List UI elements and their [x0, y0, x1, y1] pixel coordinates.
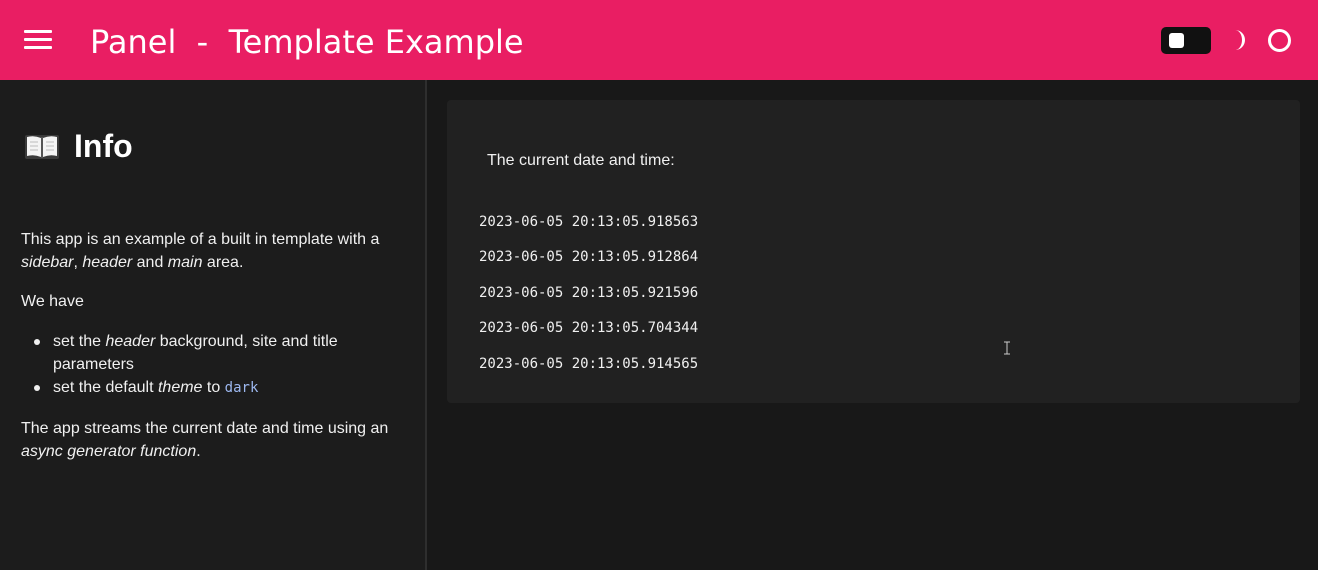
list-text: set the default	[53, 379, 158, 396]
site-title: Panel - Template Example	[90, 23, 524, 61]
intro-and: and	[132, 254, 168, 271]
sidebar-heading: Info	[24, 128, 133, 165]
list-em: header	[105, 333, 156, 350]
header-bar: Panel - Template Example	[0, 0, 1318, 80]
em-main: main	[167, 254, 203, 271]
sidebar-we-have: We have	[21, 293, 84, 310]
list-em: theme	[157, 379, 203, 396]
sidebar-intro: This app is an example of a built in tem…	[21, 228, 411, 274]
moon-icon[interactable]	[1226, 28, 1250, 52]
timestamp-row: 2023-06-05 20:13:05.918563	[479, 214, 699, 230]
list-text: to	[202, 379, 225, 396]
list-item: set the header background, site and titl…	[21, 330, 411, 376]
main-area: The current date and time: 2023-06-05 20…	[427, 80, 1318, 570]
sidebar: Info This app is an example of a built i…	[0, 80, 425, 570]
note-text: The app streams the current date and tim…	[21, 420, 389, 437]
list-item: set the default theme to dark	[21, 376, 411, 400]
stream-label: The current date and time:	[487, 152, 675, 169]
list-text: set the	[53, 333, 106, 350]
note-end: .	[196, 443, 201, 460]
timestamp-row: 2023-06-05 20:13:05.704344	[479, 320, 699, 336]
app-root: Panel - Template Example Info This app i…	[0, 0, 1318, 570]
em-header: header	[82, 254, 133, 271]
inline-code: dark	[224, 380, 259, 396]
theme-toggle-knob	[1169, 33, 1184, 48]
timestamp-row: 2023-06-05 20:13:05.914565	[479, 356, 699, 372]
intro-text: This app is an example of a built in tem…	[21, 231, 380, 248]
timestamp-row: 2023-06-05 20:13:05.912864	[479, 249, 699, 265]
intro-end: area.	[202, 254, 244, 271]
circle-icon[interactable]	[1267, 28, 1292, 53]
stream-card: The current date and time: 2023-06-05 20…	[447, 100, 1300, 403]
menu-icon[interactable]	[24, 30, 52, 50]
timestamp-row: 2023-06-05 20:13:05.921596	[479, 285, 699, 301]
text-cursor-icon	[1004, 341, 1010, 355]
em-sidebar: sidebar	[21, 254, 74, 271]
open-book-icon	[25, 134, 59, 159]
sidebar-stream-note: The app streams the current date and tim…	[21, 417, 411, 463]
sidebar-title: Info	[74, 128, 133, 164]
sidebar-list: set the header background, site and titl…	[21, 330, 411, 400]
theme-toggle[interactable]	[1161, 27, 1211, 54]
note-em: async generator function	[21, 443, 197, 460]
